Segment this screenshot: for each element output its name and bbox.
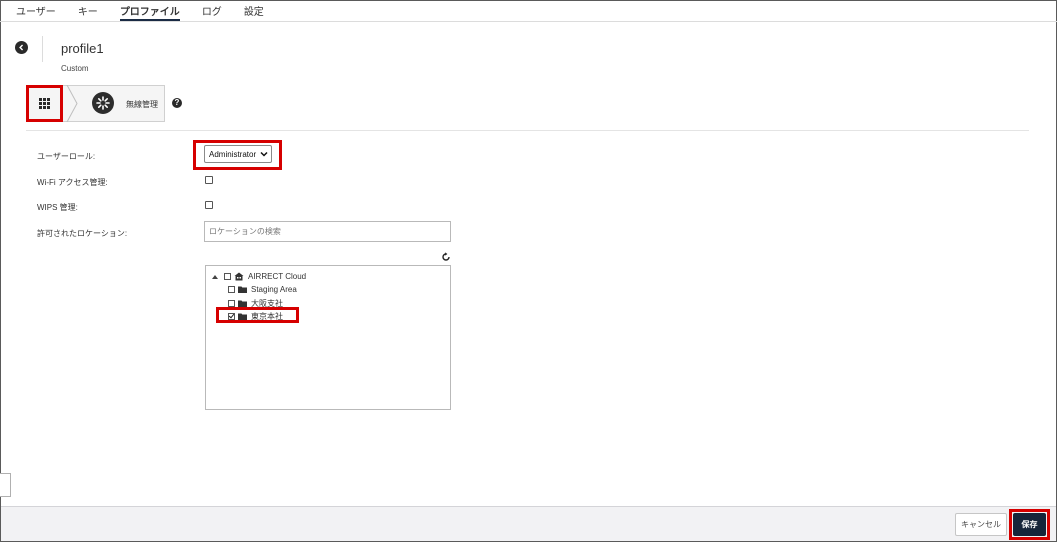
user-role-select[interactable]: Administrator [204,145,272,163]
tree-checkbox[interactable] [228,286,235,293]
page-subtitle: Custom [61,64,89,73]
user-role-value: Administrator [209,149,257,159]
folder-icon [238,286,247,293]
tab-users[interactable]: ユーザー [16,0,56,21]
chevron-right-icon [66,85,78,122]
collapse-triangle-icon[interactable] [212,274,218,279]
tree-item-label: 東京本社 [251,312,283,321]
page-title: profile1 [61,41,104,56]
tree-checkbox[interactable] [224,273,231,280]
footer-bar [1,506,1056,541]
wifi-access-label: Wi-Fi アクセス管理: [37,178,108,187]
tree-item-staging[interactable]: Staging Area [228,285,297,294]
tree-item-label: AIRRECT Cloud [248,272,307,281]
user-role-label: ユーザーロール: [37,152,96,161]
step-wireless-label[interactable]: 無線管理 [126,99,158,110]
save-button[interactable]: 保存 [1013,513,1046,536]
building-icon [234,272,244,281]
tree-checkbox[interactable] [228,300,235,307]
tree-checkbox-checked[interactable] [228,313,235,320]
tab-profiles[interactable]: プロファイル [119,0,180,21]
location-search-input[interactable] [204,221,451,242]
tab-settings[interactable]: 設定 [244,0,264,21]
tree-item-tokyo[interactable]: 東京本社 [228,311,283,322]
help-icon[interactable]: ? [172,98,182,108]
header-divider [42,36,43,62]
chevron-down-icon [260,151,268,157]
refresh-icon[interactable] [441,252,451,262]
wips-checkbox[interactable] [205,201,213,209]
top-nav: ユーザー キー プロファイル ログ 設定 [0,0,1057,22]
wips-label: WIPS 管理: [37,203,78,212]
grid-icon [39,98,50,109]
section-divider [26,130,1029,131]
cancel-button[interactable]: キャンセル [955,513,1007,536]
tab-keys[interactable]: キー [78,0,98,21]
window-frame [0,0,1057,542]
folder-icon [238,313,247,320]
back-icon[interactable] [15,41,28,54]
wifi-access-checkbox[interactable] [205,176,213,184]
tab-logs[interactable]: ログ [202,0,222,21]
allowed-locations-label: 許可されたロケーション: [37,229,128,238]
tree-item-label: Staging Area [251,285,297,294]
tree-item-root[interactable]: AIRRECT Cloud [212,272,306,281]
wireless-icon[interactable] [92,92,114,114]
step-apps-button[interactable] [26,85,63,122]
folder-icon [238,300,247,307]
side-panel-handle[interactable] [0,473,11,497]
